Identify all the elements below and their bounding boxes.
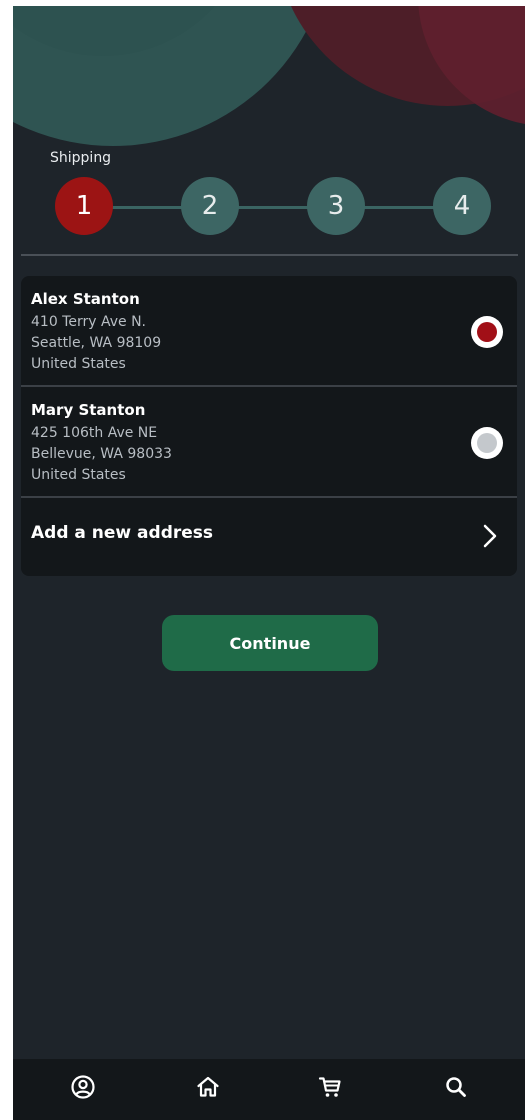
decorative-circle bbox=[418, 6, 525, 126]
bottom-navigation bbox=[13, 1059, 525, 1120]
nav-search[interactable] bbox=[440, 1073, 472, 1105]
cart-icon bbox=[317, 1074, 343, 1104]
decorative-circle bbox=[275, 6, 525, 106]
address-option[interactable]: Alex Stanton 410 Terry Ave N. Seattle, W… bbox=[21, 276, 517, 387]
nav-profile[interactable] bbox=[67, 1073, 99, 1105]
address-city: Bellevue, WA 98033 bbox=[31, 446, 172, 462]
address-name: Alex Stanton bbox=[31, 290, 140, 308]
address-city: Seattle, WA 98109 bbox=[31, 335, 162, 351]
address-street: 425 106th Ave NE bbox=[31, 425, 158, 441]
step-2[interactable]: 2 bbox=[181, 177, 239, 235]
address-country: United States bbox=[31, 467, 126, 483]
nav-cart[interactable] bbox=[314, 1073, 346, 1105]
search-icon bbox=[443, 1074, 469, 1104]
address-country: United States bbox=[31, 356, 126, 372]
nav-home[interactable] bbox=[192, 1073, 224, 1105]
chevron-right-icon bbox=[480, 523, 500, 549]
step-4[interactable]: 4 bbox=[433, 177, 491, 235]
address-list: Alex Stanton 410 Terry Ave N. Seattle, W… bbox=[21, 276, 517, 576]
stepper-line bbox=[83, 206, 462, 209]
profile-icon bbox=[70, 1074, 96, 1104]
address-radio[interactable] bbox=[471, 427, 503, 459]
step-title: Shipping bbox=[50, 150, 112, 166]
address-name: Mary Stanton bbox=[31, 401, 146, 419]
step-3[interactable]: 3 bbox=[307, 177, 365, 235]
progress-stepper: 1 2 3 4 bbox=[53, 177, 492, 237]
section-divider bbox=[21, 254, 518, 256]
checkout-screen: Shipping 1 2 3 4 Alex Stanton 410 Terry … bbox=[13, 6, 525, 1120]
add-address-row[interactable]: Add a new address bbox=[21, 498, 517, 576]
add-address-label: Add a new address bbox=[31, 523, 214, 543]
step-1[interactable]: 1 bbox=[55, 177, 113, 235]
address-radio-selected[interactable] bbox=[471, 316, 503, 348]
decorative-circle bbox=[13, 6, 333, 146]
decorative-circle bbox=[13, 6, 253, 56]
home-icon bbox=[195, 1074, 221, 1104]
continue-button[interactable]: Continue bbox=[162, 615, 378, 671]
address-option[interactable]: Mary Stanton 425 106th Ave NE Bellevue, … bbox=[21, 387, 517, 498]
address-street: 410 Terry Ave N. bbox=[31, 314, 146, 330]
